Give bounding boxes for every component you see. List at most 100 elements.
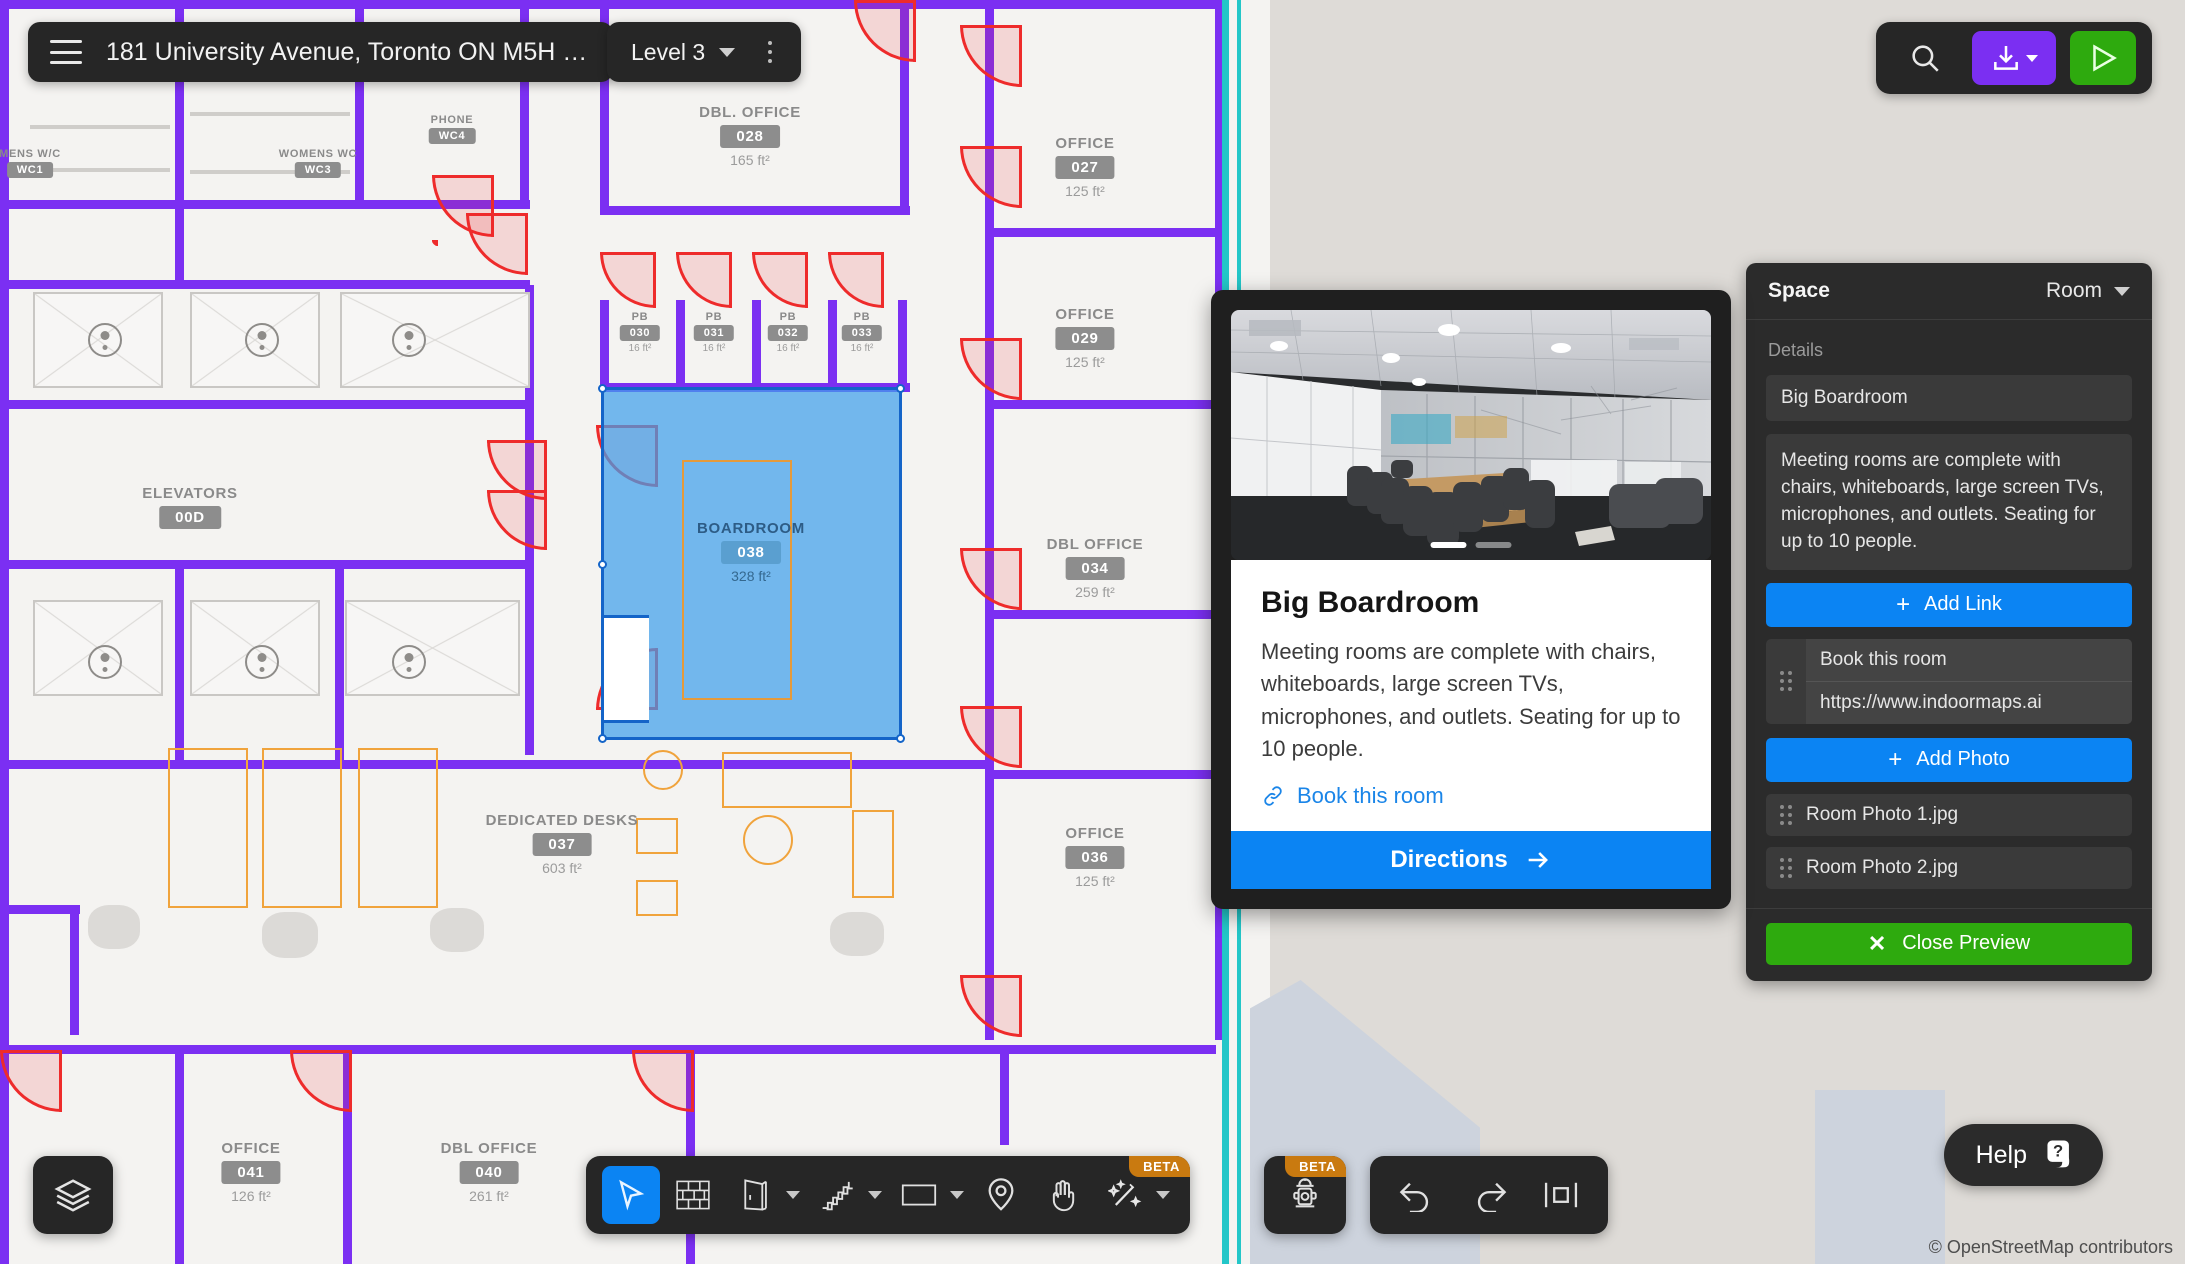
chevron-down-icon[interactable] (868, 1191, 882, 1199)
resize-handle[interactable] (598, 734, 607, 743)
layers-button[interactable] (33, 1156, 113, 1234)
photo-row[interactable]: Room Photo 2.jpg (1766, 846, 2132, 889)
link-chain-icon (1264, 786, 1282, 807)
panel-footer: ✕ Close Preview (1746, 907, 2152, 981)
osm-building-shape (1815, 1090, 1945, 1264)
resize-handle[interactable] (896, 384, 905, 393)
chevron-down-icon[interactable] (950, 1191, 964, 1199)
carousel-indicators[interactable] (1430, 542, 1512, 548)
wall (0, 905, 80, 914)
restroom-fixture-icon (245, 645, 279, 679)
link-row[interactable]: Book this room https://www.indoormaps.ai (1766, 638, 2132, 724)
drag-handle-icon[interactable] (1766, 639, 1806, 724)
building-address-label: 181 University Avenue, Toronto ON M5H … (106, 37, 588, 66)
room-description-field[interactable]: Meeting rooms are complete with chairs, … (1766, 434, 2132, 570)
carousel-dot[interactable] (1475, 542, 1512, 548)
restroom-fixture-icon (88, 645, 122, 679)
add-link-button[interactable]: + Add Link (1766, 582, 2132, 627)
fire-hydrant-toolbar: BETA (1264, 1156, 1346, 1234)
hamburger-menu-icon[interactable] (50, 40, 82, 64)
shape-tool[interactable] (890, 1166, 968, 1224)
preview-body: Big Boardroom Meeting rooms are complete… (1231, 560, 1711, 832)
drag-handle-icon[interactable] (1766, 857, 1806, 878)
stairs-tool-button[interactable] (808, 1166, 866, 1224)
shape-tool-button[interactable] (890, 1166, 948, 1224)
round-table-furniture (643, 750, 683, 790)
door-tool[interactable] (726, 1166, 804, 1224)
furniture-cluster (262, 912, 318, 958)
pan-tool[interactable] (1034, 1166, 1092, 1224)
chevron-down-icon[interactable] (1156, 1191, 1170, 1199)
top-right-toolbar (1876, 22, 2152, 94)
add-photo-button[interactable]: + Add Photo (1766, 737, 2132, 782)
search-icon (1912, 45, 1939, 72)
room-photo[interactable] (1231, 310, 1711, 560)
wall (0, 400, 530, 409)
restroom-fixture-icon (245, 323, 279, 357)
panel-title: Space (1768, 279, 1830, 302)
cursor-arrow-icon (619, 1179, 645, 1211)
redo-button[interactable] (1460, 1166, 1518, 1224)
link-title-field[interactable]: Book this room (1806, 639, 2132, 682)
carousel-dot[interactable] (1430, 542, 1467, 548)
beta-badge: BETA (1129, 1156, 1190, 1177)
chevron-down-icon[interactable] (786, 1191, 800, 1199)
select-tool[interactable] (602, 1166, 660, 1224)
level-selector[interactable]: Level 3 (607, 22, 802, 82)
plus-icon: + (1896, 590, 1911, 618)
directions-button[interactable]: Directions (1231, 831, 1711, 890)
wall (898, 300, 907, 390)
resize-handle[interactable] (896, 734, 905, 743)
wall (70, 905, 79, 1035)
chevron-down-icon[interactable] (719, 47, 736, 57)
resize-handle[interactable] (598, 384, 607, 393)
drag-handle-icon[interactable] (1766, 804, 1806, 825)
wall (175, 1045, 184, 1264)
close-preview-button[interactable]: ✕ Close Preview (1766, 922, 2132, 965)
room-preview-card: Big Boardroom Meeting rooms are complete… (1211, 290, 1731, 910)
help-label: Help (1975, 1140, 2027, 1169)
wall (752, 300, 761, 390)
fire-hydrant-icon (1293, 1178, 1317, 1208)
preview-title: Big Boardroom (1261, 586, 1480, 619)
photo-filename: Room Photo 1.jpg (1806, 803, 1959, 825)
wall (0, 1045, 1216, 1054)
space-type-selector[interactable]: Room (2046, 279, 2130, 303)
room-name-field[interactable]: Big Boardroom (1766, 375, 2132, 421)
add-link-label: Add Link (1924, 593, 2002, 616)
link-url-field[interactable]: https://www.indoormaps.ai (1806, 682, 2132, 724)
history-toolbar (1370, 1156, 1608, 1234)
photo-row[interactable]: Room Photo 1.jpg (1766, 793, 2132, 836)
indoor-map-editor: MENS W/C WC1 WOMENS WC WC3 PHONE WC4 ELEVATORS… (0, 0, 2185, 1264)
elevator-cab (345, 600, 520, 696)
undo-arrow-icon (1399, 1182, 1429, 1212)
help-button[interactable]: Help ? (1943, 1124, 2103, 1186)
panel-body: Details Big Boardroom Meeting rooms are … (1746, 320, 2152, 908)
restroom-fixture-icon (88, 323, 122, 357)
search-button[interactable] (1892, 31, 1958, 85)
door-tool-button[interactable] (726, 1166, 784, 1224)
resize-handle[interactable] (598, 560, 607, 569)
fit-view-button[interactable] (1532, 1166, 1590, 1224)
svg-text:?: ? (2053, 1141, 2063, 1160)
beta-badge: BETA (1285, 1156, 1346, 1177)
undo-button[interactable] (1388, 1166, 1446, 1224)
desk-furniture (636, 880, 678, 916)
play-button[interactable] (2070, 31, 2136, 85)
chevron-down-icon[interactable] (2114, 286, 2130, 296)
wall (985, 400, 1217, 409)
details-section-label: Details (1768, 340, 1824, 360)
stairs-tool[interactable] (808, 1166, 886, 1224)
arrow-right-icon (1528, 852, 1548, 869)
preview-link[interactable]: Book this room (1261, 783, 1681, 809)
desk-furniture (168, 748, 248, 908)
wall (0, 280, 530, 289)
preview-link-label: Book this room (1297, 783, 1444, 809)
door-icon (744, 1179, 767, 1211)
kebab-menu-icon[interactable] (753, 32, 787, 72)
download-button[interactable] (1972, 31, 2056, 85)
chevron-down-icon[interactable] (2026, 54, 2038, 62)
wall-tool[interactable] (664, 1166, 722, 1224)
address-titlebar[interactable]: 181 University Avenue, Toronto ON M5H … (28, 22, 614, 82)
marker-tool[interactable] (972, 1166, 1030, 1224)
